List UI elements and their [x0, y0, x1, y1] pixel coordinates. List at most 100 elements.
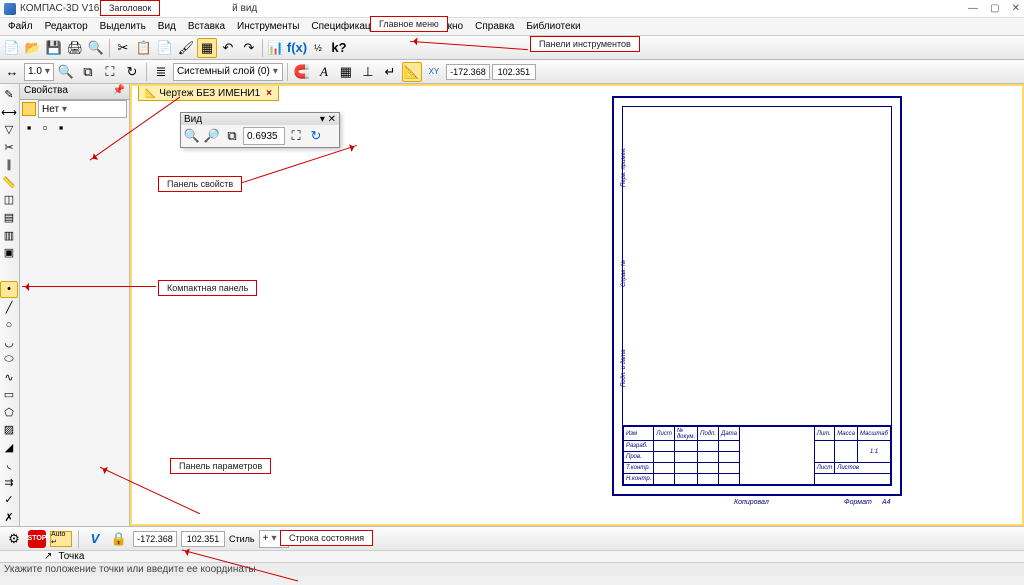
ellipse-tool[interactable]: ⬭: [0, 351, 18, 369]
paste-icon[interactable]: 📄: [155, 38, 175, 58]
finish-icon[interactable]: ✓: [0, 491, 18, 509]
cancel-icon[interactable]: ✗: [0, 509, 18, 527]
xy-icon[interactable]: XY: [424, 62, 444, 82]
point-tab[interactable]: Точка: [58, 551, 84, 562]
vars-icon[interactable]: f(x): [287, 38, 307, 58]
menu-editor[interactable]: Редактор: [39, 19, 94, 34]
edit-icon[interactable]: ✂: [0, 139, 18, 157]
menu-help[interactable]: Справка: [469, 19, 520, 34]
fit-icon[interactable]: ⛶: [100, 62, 120, 82]
view-floating-panel[interactable]: Вид▾ ✕ 🔍 🔎 ⧉ 0.6935 ⛶ ↻: [180, 112, 340, 148]
line-tool[interactable]: ╱: [0, 298, 18, 316]
redo-icon[interactable]: ↷: [239, 38, 259, 58]
spec-icon[interactable]: ▤: [0, 209, 18, 227]
poly-tool[interactable]: ⬠: [0, 403, 18, 421]
menu-tools[interactable]: Инструменты: [231, 19, 305, 34]
x-coord[interactable]: -172.368: [446, 64, 490, 80]
print-icon[interactable]: 🖨: [65, 38, 85, 58]
layer-combo[interactable]: Системный слой (0)▾: [173, 63, 283, 81]
main-area: ✎ ⟷ ▽ ✂ ∥ 📏 ◫ ▤ ▥ ▣ • ╱ ○ ◡ ⬭ ∿ ▭ ⬠ ▨ ◢ …: [0, 84, 1024, 526]
maximize-button[interactable]: ▢: [990, 3, 999, 14]
props-icon[interactable]: ▦: [197, 38, 217, 58]
rebuild-icon[interactable]: ↻: [122, 62, 142, 82]
rep-icon[interactable]: ▥: [0, 226, 18, 244]
save-icon[interactable]: 💾: [44, 38, 64, 58]
app-title-suffix: й вид: [232, 3, 257, 14]
zoom-icon[interactable]: 🔍: [56, 62, 76, 82]
auto-button[interactable]: Auto ↵: [50, 531, 72, 547]
circle-tool[interactable]: ○: [0, 316, 18, 334]
layers-icon[interactable]: ≣: [151, 62, 171, 82]
px-coord[interactable]: -172.368: [133, 531, 177, 547]
menu-select[interactable]: Выделить: [94, 19, 152, 34]
callout-params: Панель параметров: [170, 458, 271, 474]
chamfer-tool[interactable]: ◢: [0, 439, 18, 457]
panel-close-icon[interactable]: ▾ ✕: [320, 114, 336, 125]
app-icon: [4, 3, 16, 15]
sel-icon[interactable]: ◫: [0, 191, 18, 209]
meas-icon[interactable]: 📏: [0, 174, 18, 192]
style-label: Стиль: [229, 534, 255, 544]
tab-close-icon[interactable]: ×: [266, 88, 272, 99]
document-tab[interactable]: 📐 Чертеж БЕЗ ИМЕНИ1×: [138, 85, 279, 101]
help-icon[interactable]: k?: [329, 38, 349, 58]
p2-icon[interactable]: ▫: [38, 120, 52, 134]
lcs-icon[interactable]: 📐: [402, 62, 422, 82]
arrow-icon[interactable]: ↔: [2, 62, 22, 82]
round-icon[interactable]: ↵: [380, 62, 400, 82]
point-tool[interactable]: •: [0, 281, 18, 299]
pin-icon[interactable]: 📌: [113, 85, 125, 98]
framezoom-icon[interactable]: ⧉: [78, 62, 98, 82]
text-icon[interactable]: A: [314, 62, 334, 82]
y-coord[interactable]: 102.351: [492, 64, 536, 80]
callout-status: Строка состояния: [280, 530, 373, 546]
param-icon[interactable]: ∥: [0, 156, 18, 174]
zoomin-icon[interactable]: 🔍: [183, 127, 201, 145]
preview-icon[interactable]: 🔍: [86, 38, 106, 58]
symb-icon[interactable]: ▽: [0, 121, 18, 139]
geom-icon[interactable]: ✎: [0, 86, 18, 104]
stop-button[interactable]: STOP: [28, 530, 46, 548]
menubar: Файл Редактор Выделить Вид Вставка Инстр…: [0, 18, 1024, 36]
rect-tool[interactable]: ▭: [0, 386, 18, 404]
py-coord[interactable]: 102.351: [181, 531, 225, 547]
manager-icon[interactable]: 📊: [266, 38, 286, 58]
p3-icon[interactable]: ▪: [54, 120, 68, 134]
menu-insert[interactable]: Вставка: [182, 19, 231, 34]
undo-icon[interactable]: ↶: [218, 38, 238, 58]
close-button[interactable]: ✕: [1012, 3, 1020, 14]
copy-icon[interactable]: 📋: [134, 38, 154, 58]
filter-row[interactable]: Нет▾: [20, 100, 129, 118]
cut-icon[interactable]: ✂: [113, 38, 133, 58]
new-icon[interactable]: 📄: [2, 38, 22, 58]
menu-file[interactable]: Файл: [2, 19, 39, 34]
ab-icon[interactable]: ½: [308, 38, 328, 58]
special-icon[interactable]: ⚙: [4, 529, 24, 549]
v-icon[interactable]: V: [85, 529, 105, 549]
snap-icon[interactable]: 🧲: [292, 62, 312, 82]
spline-tool[interactable]: ∿: [0, 368, 18, 386]
title-block: ИзмЛист№ докум.Подп.ДатаЛит.МассаМасштаб…: [623, 425, 891, 485]
open-icon[interactable]: 📂: [23, 38, 43, 58]
fillet-tool[interactable]: ◟: [0, 456, 18, 474]
menu-libs[interactable]: Библиотеки: [520, 19, 586, 34]
zoomout-icon[interactable]: 🔎: [203, 127, 221, 145]
parameters-bar: ⚙ STOP Auto ↵ V 🔒 -172.368 102.351 Стиль…: [0, 526, 1024, 550]
dim-icon[interactable]: ⟷: [0, 104, 18, 122]
zoomwin-icon[interactable]: ⧉: [223, 127, 241, 145]
refresh-icon[interactable]: ↻: [307, 127, 325, 145]
lock-icon[interactable]: 🔒: [109, 529, 129, 549]
minimize-button[interactable]: —: [968, 3, 978, 14]
views-icon[interactable]: ▣: [0, 244, 18, 262]
grid-icon[interactable]: ▦: [336, 62, 356, 82]
fitall-icon[interactable]: ⛶: [287, 127, 305, 145]
brush-icon[interactable]: 🖌: [176, 38, 196, 58]
arc-tool[interactable]: ◡: [0, 333, 18, 351]
menu-view[interactable]: Вид: [152, 19, 182, 34]
scale-combo[interactable]: 1.0▾: [24, 63, 54, 81]
offset-tool[interactable]: ⇉: [0, 474, 18, 492]
p1-icon[interactable]: ▪: [22, 120, 36, 134]
hatch-tool[interactable]: ▨: [0, 421, 18, 439]
ortho-icon[interactable]: ⊥: [358, 62, 378, 82]
properties-header: Свойства📌: [20, 84, 129, 100]
